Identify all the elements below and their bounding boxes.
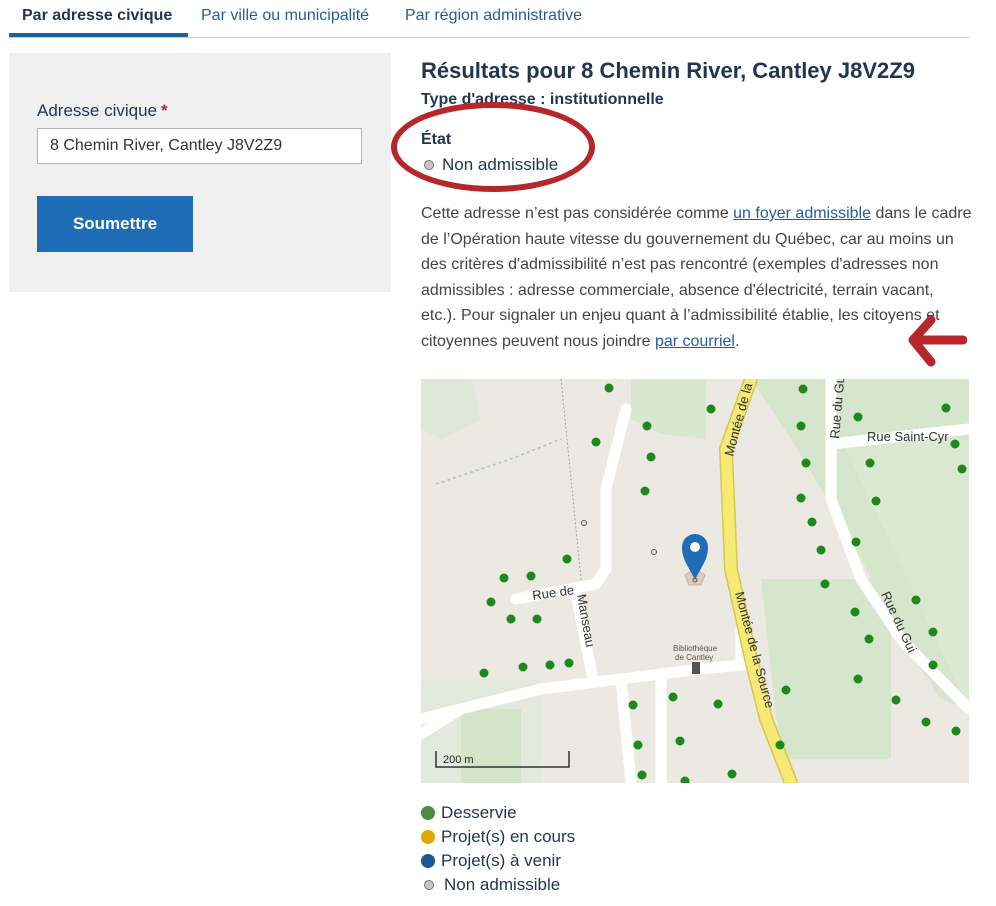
submit-button[interactable]: Soumettre bbox=[37, 196, 193, 252]
state-value-text: Non admissible bbox=[442, 155, 559, 174]
state-label: État bbox=[421, 131, 452, 148]
legend-label: Projet(s) en cours bbox=[441, 827, 576, 846]
grey-dot-icon bbox=[424, 880, 434, 890]
address-input[interactable] bbox=[37, 128, 362, 164]
non-admissible-dot-icon bbox=[424, 160, 434, 171]
legend-item-desservie: Desservie bbox=[421, 801, 575, 825]
address-search-panel: Adresse civique* Soumettre bbox=[9, 53, 391, 292]
poi-label-line-1: Bibliothèque bbox=[673, 644, 718, 653]
legend-label: Projet(s) à venir bbox=[441, 851, 561, 870]
address-label-text: Adresse civique bbox=[37, 101, 158, 120]
legend-label: Non admissible bbox=[444, 875, 561, 894]
para-text-1: Cette adresse n’est pas considérée comme bbox=[421, 205, 734, 222]
para-text-3: . bbox=[734, 332, 740, 350]
tab-par-ville-ou-municipalite[interactable]: Par ville ou municipalité bbox=[201, 7, 369, 25]
street-label-rue-saint-cyr: Rue Saint-Cyr bbox=[867, 429, 949, 444]
scale-label: 200 m bbox=[443, 754, 474, 766]
poi-label-line-2: de Cantley bbox=[675, 653, 713, 662]
eligibility-explanation: Cette adresse n’est pas considérée comme… bbox=[421, 201, 973, 355]
legend-item-non-admissible: Non admissible bbox=[421, 873, 575, 897]
eligible-household-link[interactable]: un foyer admissible bbox=[733, 205, 871, 222]
tab-bar: Par adresse civique Par ville ou municip… bbox=[9, 0, 969, 38]
address-map[interactable]: Montée de la Montée de la Source Rue du … bbox=[421, 379, 969, 783]
results-title: Résultats pour 8 Chemin River, Cantley J… bbox=[421, 58, 915, 83]
library-icon bbox=[692, 662, 700, 674]
blue-dot-icon bbox=[421, 854, 435, 868]
tab-par-adresse-civique[interactable]: Par adresse civique bbox=[22, 7, 172, 25]
green-dot-icon bbox=[421, 806, 435, 820]
yellow-dot-icon bbox=[421, 830, 435, 844]
legend-label: Desservie bbox=[441, 803, 517, 822]
email-link[interactable]: par courriel bbox=[655, 333, 735, 350]
address-type: Type d'adresse : institutionnelle bbox=[421, 91, 664, 108]
address-field-label: Adresse civique * bbox=[37, 101, 168, 121]
active-tab-indicator bbox=[9, 33, 188, 37]
para-text-2: dans le cadre de l’Opération haute vites… bbox=[421, 205, 972, 350]
legend-item-projets-a-venir: Projet(s) à venir bbox=[421, 849, 575, 873]
state-value: Non admissible bbox=[421, 155, 558, 175]
legend-item-projets-en-cours: Projet(s) en cours bbox=[421, 825, 575, 849]
map-legend: Desservie Projet(s) en cours Projet(s) à… bbox=[421, 801, 575, 897]
required-asterisk: * bbox=[161, 101, 168, 120]
tab-par-region-administrative[interactable]: Par région administrative bbox=[405, 7, 582, 25]
map-canvas[interactable]: Montée de la Montée de la Source Rue du … bbox=[421, 379, 969, 783]
